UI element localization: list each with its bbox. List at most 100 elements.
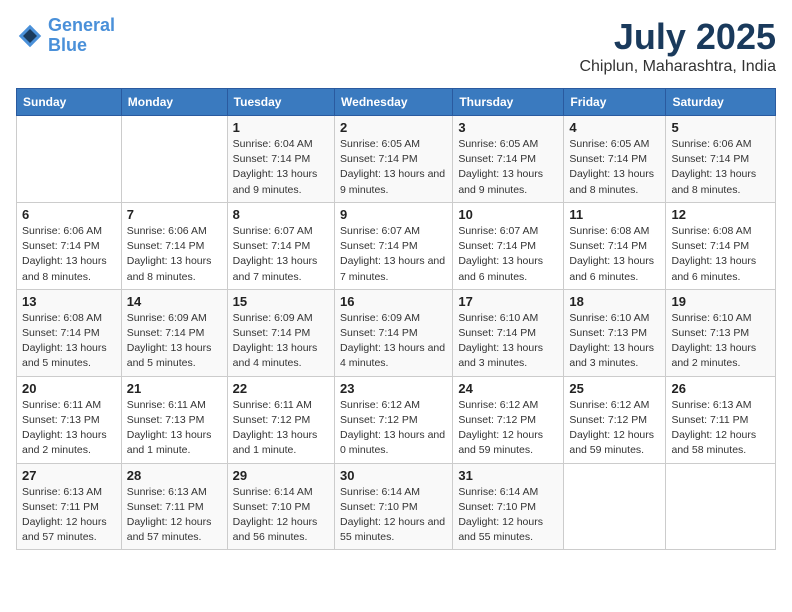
day-number: 9 (340, 207, 447, 222)
calendar-body: 1Sunrise: 6:04 AM Sunset: 7:14 PM Daylig… (17, 116, 776, 550)
day-number: 21 (127, 381, 222, 396)
day-info: Sunrise: 6:13 AM Sunset: 7:11 PM Dayligh… (127, 485, 222, 546)
calendar-cell: 25 Sunrise: 6:12 AM Sunset: 7:12 PM Dayli… (564, 376, 666, 463)
day-info: Sunrise: 6:08 AM Sunset: 7:14 PM Dayligh… (569, 224, 660, 285)
day-info: Sunrise: 6:14 AM Sunset: 7:10 PM Dayligh… (233, 485, 329, 546)
day-info: Sunrise: 6:11 AM Sunset: 7:13 PM Dayligh… (127, 398, 222, 459)
calendar-cell: 16Sunrise: 6:09 AM Sunset: 7:14 PM Dayli… (335, 289, 453, 376)
calendar-cell: 29 Sunrise: 6:14 AM Sunset: 7:10 PM Dayli… (227, 463, 334, 550)
day-number: 2 (340, 120, 447, 135)
day-of-week-header: Monday (121, 89, 227, 116)
day-number: 18 (569, 294, 660, 309)
day-number: 19 (671, 294, 770, 309)
day-info: Sunrise: 6:10 AM Sunset: 7:13 PM Dayligh… (671, 311, 770, 372)
logo-text: General Blue (48, 16, 115, 56)
day-info: Sunrise: 6:05 AM Sunset: 7:14 PM Dayligh… (458, 137, 558, 198)
day-info: Sunrise: 6:07 AM Sunset: 7:14 PM Dayligh… (458, 224, 558, 285)
calendar-cell: 14 Sunrise: 6:09 AM Sunset: 7:14 PM Dayli… (121, 289, 227, 376)
day-number: 3 (458, 120, 558, 135)
day-of-week-header: Saturday (666, 89, 776, 116)
calendar-cell: 7 Sunrise: 6:06 AM Sunset: 7:14 PM Daylig… (121, 202, 227, 289)
day-info: Sunrise: 6:08 AM Sunset: 7:14 PM Dayligh… (671, 224, 770, 285)
calendar-cell: 27 Sunrise: 6:13 AM Sunset: 7:11 PM Dayli… (17, 463, 122, 550)
day-info: Sunrise: 6:07 AM Sunset: 7:14 PM Dayligh… (233, 224, 329, 285)
day-number: 20 (22, 381, 116, 396)
day-number: 6 (22, 207, 116, 222)
day-number: 17 (458, 294, 558, 309)
calendar-cell: 31Sunrise: 6:14 AM Sunset: 7:10 PM Dayli… (453, 463, 564, 550)
calendar-table: SundayMondayTuesdayWednesdayThursdayFrid… (16, 88, 776, 550)
day-number: 10 (458, 207, 558, 222)
day-info: Sunrise: 6:12 AM Sunset: 7:12 PM Dayligh… (569, 398, 660, 459)
calendar-cell (121, 116, 227, 203)
calendar-cell: 30Sunrise: 6:14 AM Sunset: 7:10 PM Dayli… (335, 463, 453, 550)
day-number: 26 (671, 381, 770, 396)
day-number: 29 (233, 468, 329, 483)
day-info: Sunrise: 6:14 AM Sunset: 7:10 PM Dayligh… (458, 485, 558, 546)
calendar-cell: 23 Sunrise: 6:12 AM Sunset: 7:12 PM Dayli… (335, 376, 453, 463)
main-title: July 2025 (579, 16, 776, 58)
day-info: Sunrise: 6:13 AM Sunset: 7:11 PM Dayligh… (22, 485, 116, 546)
day-info: Sunrise: 6:12 AM Sunset: 7:12 PM Dayligh… (458, 398, 558, 459)
calendar-cell: 22 Sunrise: 6:11 AM Sunset: 7:12 PM Dayli… (227, 376, 334, 463)
calendar-cell: 26 Sunrise: 6:13 AM Sunset: 7:11 PM Dayli… (666, 376, 776, 463)
calendar-week-row: 1Sunrise: 6:04 AM Sunset: 7:14 PM Daylig… (17, 116, 776, 203)
calendar-cell: 19 Sunrise: 6:10 AM Sunset: 7:13 PM Dayli… (666, 289, 776, 376)
logo: General Blue (16, 16, 115, 56)
day-number: 1 (233, 120, 329, 135)
day-number: 13 (22, 294, 116, 309)
calendar-cell (17, 116, 122, 203)
day-info: Sunrise: 6:13 AM Sunset: 7:11 PM Dayligh… (671, 398, 770, 459)
day-info: Sunrise: 6:11 AM Sunset: 7:12 PM Dayligh… (233, 398, 329, 459)
day-info: Sunrise: 6:06 AM Sunset: 7:14 PM Dayligh… (671, 137, 770, 198)
day-number: 15 (233, 294, 329, 309)
day-info: Sunrise: 6:09 AM Sunset: 7:14 PM Dayligh… (127, 311, 222, 372)
day-info: Sunrise: 6:05 AM Sunset: 7:14 PM Dayligh… (340, 137, 447, 198)
calendar-cell: 15 Sunrise: 6:09 AM Sunset: 7:14 PM Dayli… (227, 289, 334, 376)
calendar-cell (564, 463, 666, 550)
day-info: Sunrise: 6:10 AM Sunset: 7:13 PM Dayligh… (569, 311, 660, 372)
day-info: Sunrise: 6:09 AM Sunset: 7:14 PM Dayligh… (233, 311, 329, 372)
logo-icon (16, 22, 44, 50)
day-of-week-header: Tuesday (227, 89, 334, 116)
calendar-cell: 6 Sunrise: 6:06 AM Sunset: 7:14 PM Daylig… (17, 202, 122, 289)
calendar-cell: 10 Sunrise: 6:07 AM Sunset: 7:14 PM Dayli… (453, 202, 564, 289)
calendar-cell: 24 Sunrise: 6:12 AM Sunset: 7:12 PM Dayli… (453, 376, 564, 463)
day-info: Sunrise: 6:08 AM Sunset: 7:14 PM Dayligh… (22, 311, 116, 372)
day-number: 28 (127, 468, 222, 483)
subtitle: Chiplun, Maharashtra, India (579, 58, 776, 76)
calendar-cell (666, 463, 776, 550)
day-number: 14 (127, 294, 222, 309)
day-number: 25 (569, 381, 660, 396)
day-number: 4 (569, 120, 660, 135)
calendar-cell: 1Sunrise: 6:04 AM Sunset: 7:14 PM Daylig… (227, 116, 334, 203)
calendar-header-row: SundayMondayTuesdayWednesdayThursdayFrid… (17, 89, 776, 116)
day-number: 11 (569, 207, 660, 222)
calendar-cell: 3 Sunrise: 6:05 AM Sunset: 7:14 PM Daylig… (453, 116, 564, 203)
calendar-cell: 12Sunrise: 6:08 AM Sunset: 7:14 PM Dayli… (666, 202, 776, 289)
calendar-cell: 11 Sunrise: 6:08 AM Sunset: 7:14 PM Dayli… (564, 202, 666, 289)
day-number: 27 (22, 468, 116, 483)
calendar-cell: 8Sunrise: 6:07 AM Sunset: 7:14 PM Daylig… (227, 202, 334, 289)
day-info: Sunrise: 6:06 AM Sunset: 7:14 PM Dayligh… (127, 224, 222, 285)
day-info: Sunrise: 6:06 AM Sunset: 7:14 PM Dayligh… (22, 224, 116, 285)
day-info: Sunrise: 6:09 AM Sunset: 7:14 PM Dayligh… (340, 311, 447, 372)
calendar-cell: 9 Sunrise: 6:07 AM Sunset: 7:14 PM Daylig… (335, 202, 453, 289)
day-number: 7 (127, 207, 222, 222)
day-info: Sunrise: 6:05 AM Sunset: 7:14 PM Dayligh… (569, 137, 660, 198)
calendar-cell: 13 Sunrise: 6:08 AM Sunset: 7:14 PM Dayli… (17, 289, 122, 376)
calendar-week-row: 6 Sunrise: 6:06 AM Sunset: 7:14 PM Daylig… (17, 202, 776, 289)
day-number: 24 (458, 381, 558, 396)
day-number: 22 (233, 381, 329, 396)
calendar-week-row: 20 Sunrise: 6:11 AM Sunset: 7:13 PM Dayli… (17, 376, 776, 463)
title-block: July 2025 Chiplun, Maharashtra, India (579, 16, 776, 76)
calendar-cell: 18 Sunrise: 6:10 AM Sunset: 7:13 PM Dayli… (564, 289, 666, 376)
day-info: Sunrise: 6:12 AM Sunset: 7:12 PM Dayligh… (340, 398, 447, 459)
day-number: 23 (340, 381, 447, 396)
day-number: 5 (671, 120, 770, 135)
day-info: Sunrise: 6:14 AM Sunset: 7:10 PM Dayligh… (340, 485, 447, 546)
calendar-cell: 5 Sunrise: 6:06 AM Sunset: 7:14 PM Daylig… (666, 116, 776, 203)
calendar-cell: 20Sunrise: 6:11 AM Sunset: 7:13 PM Dayli… (17, 376, 122, 463)
day-info: Sunrise: 6:07 AM Sunset: 7:14 PM Dayligh… (340, 224, 447, 285)
calendar-week-row: 13 Sunrise: 6:08 AM Sunset: 7:14 PM Dayli… (17, 289, 776, 376)
